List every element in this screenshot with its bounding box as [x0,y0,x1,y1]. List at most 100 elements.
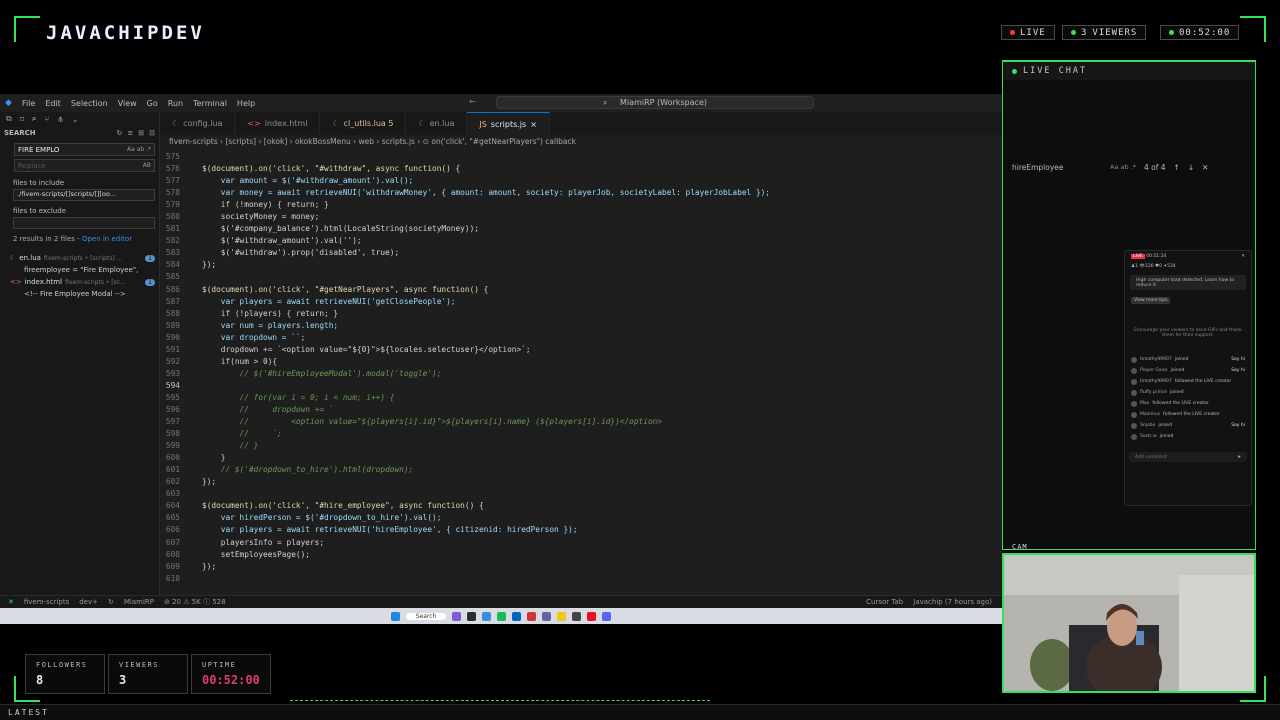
code-line[interactable]: 606 var players = await retrieveNUI('hir… [160,524,1002,536]
refresh-icon[interactable]: ↻ [117,129,123,137]
status-branch[interactable]: fivem-scripts [24,598,69,606]
tiktok-view-tips[interactable]: View more tips [1125,294,1251,306]
open-in-editor-link[interactable]: Open in editor [82,235,132,243]
status-cursor-tab[interactable]: Cursor Tab [866,598,903,606]
code-line[interactable]: 586 $(document).on('click', "#getNearPlay… [160,284,1002,296]
app-icon[interactable] [572,611,582,621]
result-file[interactable]: <> index.html fivem-scripts • [sc... 1 [0,276,159,288]
code-line[interactable]: 595 // for(var i = 0; i < num; i++) { [160,392,1002,404]
say-hi-button[interactable]: Say hi [1231,368,1245,373]
close-icon[interactable]: × [530,120,537,129]
result-file[interactable]: ☾ en.lua fivem-scripts • [scripts] ... 1 [0,252,159,264]
tab-index-html[interactable]: <> index.html [235,112,321,135]
result-match[interactable]: <!-- Fire Employee Modal --> [0,288,159,300]
source-control-icon[interactable]: ⑂ [44,115,49,124]
tiktok-comment-box[interactable]: Add comment ➤ [1129,452,1247,462]
search-view-icon[interactable]: ⌕ [32,114,36,124]
clear-results-icon[interactable]: ≡ [127,129,133,137]
include-input[interactable]: ./fivem-scripts/[]scripts/[][oo... [13,189,155,201]
code-line[interactable]: 602}); [160,476,1002,488]
app-icon[interactable] [557,611,567,621]
menu-selection[interactable]: Selection [66,99,113,108]
exclude-input[interactable] [13,217,155,229]
code-line[interactable]: 575 [160,151,1002,163]
chevron-down-icon[interactable]: ⌄ [72,115,79,124]
command-center[interactable]: ⌕ MiamiRP (Workspace) [496,96,814,109]
code-line[interactable]: 608 setEmployeesPage(); [160,549,1002,561]
status-dev[interactable]: dev+ [79,598,98,606]
close-icon[interactable]: ✕ [1202,163,1208,172]
collapse-all-icon[interactable]: ⊟ [149,129,155,137]
match-case-icon[interactable]: Aa ab .* [127,146,151,153]
app-icon[interactable] [452,611,462,621]
code-line[interactable]: 597 // <option value="${players[i].id}">… [160,416,1002,428]
menu-go[interactable]: Go [142,99,163,108]
tab-cl-utils-lua[interactable]: ☾ cl_utils.lua 5 [320,112,407,135]
tab-config-lua[interactable]: ☾ config.lua [160,112,236,135]
code-line[interactable]: 596 // dropdown += ` [160,404,1002,416]
explorer-icon[interactable]: ⧉ [6,114,12,124]
code-line[interactable]: 604 $(document).on('click', "#hire_employ… [160,500,1002,512]
find-options[interactable]: Aa ab .* [1110,163,1136,171]
menu-run[interactable]: Run [163,99,188,108]
code-line[interactable]: 603 [160,488,1002,500]
code-line[interactable]: 594 [160,380,1002,392]
windows-start-icon[interactable] [390,611,400,621]
status-author[interactable]: Javachip (7 hours ago) [913,598,992,606]
code-line[interactable]: 599 // } [160,440,1002,452]
menu-edit[interactable]: Edit [40,99,66,108]
code-editor[interactable]: 575 576 $(document).on('click', "#withdraw… [160,151,1002,593]
preserve-case-icon[interactable]: AB [143,162,151,169]
code-line[interactable]: 600 } [160,452,1002,464]
code-line[interactable]: 601 // $('#dropdown_to_hire').html(dropd… [160,464,1002,476]
app-icon[interactable] [527,611,537,621]
code-line[interactable]: 588 if (!players) { return; } [160,308,1002,320]
back-arrow-icon[interactable]: ← [464,97,481,106]
code-line[interactable]: 598 // `; [160,428,1002,440]
code-line[interactable]: 576 $(document).on('click', "#withdraw", … [160,163,1002,175]
code-line[interactable]: 605 var hiredPerson = $('#dropdown_to_hi… [160,512,1002,524]
find-input[interactable]: hireEmployee [1012,163,1102,172]
close-icon[interactable]: ✕ [1241,254,1245,259]
arrow-down-icon[interactable]: ↓ [1188,163,1194,172]
say-hi-button[interactable]: Say hi [1231,357,1245,362]
bookmark-icon[interactable]: ⌑ [20,115,24,124]
code-line[interactable]: 610 [160,573,1002,585]
code-line[interactable]: 591 dropdown += `<option value="${0}">${… [160,344,1002,356]
code-line[interactable]: 580 societyMoney = money; [160,211,1002,223]
app-icon[interactable] [497,611,507,621]
app-icon[interactable] [587,611,597,621]
search-input[interactable]: FIRE EMPLO [18,146,59,154]
code-line[interactable]: 590 var dropdown = ``; [160,332,1002,344]
app-icon[interactable] [602,611,612,621]
code-line[interactable]: 578 var money = await retrieveNUI('withd… [160,187,1002,199]
menu-view[interactable]: View [113,99,142,108]
code-line[interactable]: 587 var players = await retrieveNUI('get… [160,296,1002,308]
tab-en-lua[interactable]: ☾ en.lua [406,112,468,135]
code-line[interactable]: 577 var amount = $('#withdraw_amount').v… [160,175,1002,187]
send-icon[interactable]: ➤ [1237,455,1241,460]
code-line[interactable]: 584}); [160,259,1002,271]
new-search-editor-icon[interactable]: ⊞ [138,129,144,137]
code-line[interactable]: 609}); [160,561,1002,573]
result-match[interactable]: fireemployee = "Fire Employee", [0,264,159,276]
menu-terminal[interactable]: Terminal [188,99,232,108]
app-icon[interactable] [482,611,492,621]
code-line[interactable]: 607 playersInfo = players; [160,537,1002,549]
menu-help[interactable]: Help [232,99,260,108]
sync-icon[interactable]: ↻ [108,598,114,606]
code-line[interactable]: 585 [160,271,1002,283]
code-line[interactable]: 589 var num = players.length; [160,320,1002,332]
replace-input[interactable]: Replace [18,162,46,170]
menu-file[interactable]: File [17,99,40,108]
code-line[interactable]: 583 $('#withdraw').prop('disabled', true… [160,247,1002,259]
say-hi-button[interactable]: Say hi [1231,423,1245,428]
code-line[interactable]: 592 if(num > 0){ [160,356,1002,368]
breadcrumb[interactable]: fivem-scripts › [scripts] › [okok] › oko… [160,135,1002,149]
arrow-up-icon[interactable]: ↑ [1174,163,1180,172]
code-line[interactable]: 593 // $('#hireEmployeeModal').modal('to… [160,368,1002,380]
app-icon[interactable] [542,611,552,621]
code-line[interactable]: 581 $('#company_balance').html(LocaleStr… [160,223,1002,235]
remote-icon[interactable]: ✕ [8,598,14,606]
code-line[interactable]: 579 if (!money) { return; } [160,199,1002,211]
